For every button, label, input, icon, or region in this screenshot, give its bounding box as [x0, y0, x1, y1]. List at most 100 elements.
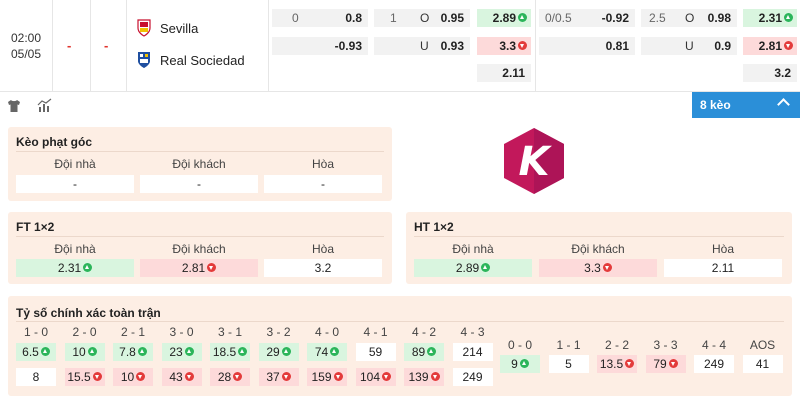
correct-score-panel: Tỷ số chính xác toàn trận 1 - 0 6.5 8 2 - 0… [8, 296, 792, 396]
ft-draw-odds[interactable]: 3.2 [264, 259, 382, 277]
odds-value: 3.2 [314, 261, 332, 275]
score-header: 0 - 0 [507, 338, 532, 352]
odds-value: 37 [266, 370, 280, 384]
col-header-away: Đội khách [172, 157, 226, 171]
score-odds-away-win[interactable]: 8 [16, 368, 56, 386]
score-header: 1 - 0 [23, 325, 48, 339]
score-odds-draw[interactable]: 13.5 [597, 355, 637, 373]
arrow-down-icon [281, 371, 291, 381]
score-odds-home-win[interactable]: 214 [452, 343, 493, 361]
score-odds-home-win[interactable]: 59 [355, 343, 396, 361]
arrow-up-icon [330, 346, 340, 356]
score-odds-away-win[interactable]: 139 [404, 368, 444, 386]
score-odds-draw[interactable]: 249 [694, 355, 734, 373]
odds-value: 2.11 [502, 66, 525, 80]
odds-value: 23 [169, 345, 183, 359]
score-odds-away-win[interactable]: 159 [307, 368, 347, 386]
ou-line: 2.5 [649, 11, 666, 25]
odds-value: 2.89 [492, 11, 516, 25]
ft-1x2-away[interactable]: 3.3 [477, 37, 531, 55]
odds-value: 2.81 [181, 261, 206, 275]
ft-handicap-away[interactable]: -0.93 [272, 37, 368, 55]
kickoff-date: 05/05 [10, 47, 42, 61]
corner-away-odds[interactable]: - [140, 175, 258, 193]
score-odds-home-win[interactable]: 6.5 [16, 343, 56, 361]
handicap-line: 0/0.5 [545, 11, 572, 25]
ft-1x2-draw[interactable]: 2.11 [477, 64, 531, 82]
score-odds-away-win[interactable]: 249 [452, 368, 493, 386]
odds-value: 2.11 [711, 261, 735, 275]
score-odds-draw[interactable]: 79 [645, 355, 686, 373]
handicap-line: 0 [292, 11, 299, 25]
score-odds-away-win[interactable]: 10 [113, 368, 153, 386]
score-odds-home-win[interactable]: 10 [64, 343, 105, 361]
ft-away-odds[interactable]: 2.81 [140, 259, 258, 277]
arrow-down-icon [184, 371, 194, 381]
odds-value: 15.5 [67, 370, 91, 384]
odds-value: 2.31 [758, 11, 782, 25]
ht-1x2-draw[interactable]: 3.2 [743, 64, 797, 82]
ht-handicap-home[interactable]: 0/0.5 -0.92 [539, 9, 635, 27]
score-header: 3 - 1 [217, 325, 242, 339]
ht-under[interactable]: U 0.9 [641, 37, 737, 55]
odds-count-label: 8 kèo [700, 98, 731, 112]
away-team[interactable]: Real Sociedad [136, 50, 245, 70]
odds-value: 214 [462, 345, 483, 359]
score-odds-home-win[interactable]: 29 [258, 343, 299, 361]
score-header: 3 - 0 [169, 325, 194, 339]
score-odds-draw[interactable]: 41 [742, 355, 783, 373]
odds-value: 13.5 [599, 357, 624, 371]
odds-value: 0.98 [707, 11, 731, 25]
score-odds-draw[interactable]: 5 [548, 355, 589, 373]
ft-over[interactable]: 1 O 0.95 [374, 9, 470, 27]
ft-under[interactable]: U 0.93 [374, 37, 470, 55]
score-odds-away-win[interactable]: 104 [355, 368, 396, 386]
score-odds-home-win[interactable]: 23 [161, 343, 202, 361]
ht-over[interactable]: 2.5 O 0.98 [641, 9, 737, 27]
score-odds-home-win[interactable]: 74 [307, 343, 347, 361]
ht-draw-odds[interactable]: 2.11 [664, 259, 782, 277]
odds-value: 2.89 [455, 261, 480, 275]
home-team[interactable]: Sevilla [136, 18, 198, 38]
stats-chart-icon[interactable] [37, 98, 53, 114]
score-header: 3 - 3 [653, 338, 678, 352]
over-label: O [685, 11, 695, 25]
score-header: 4 - 0 [314, 325, 339, 339]
score-odds-away-win[interactable]: 43 [161, 368, 202, 386]
ft-home-odds[interactable]: 2.31 [16, 259, 134, 277]
score-odds-away-win[interactable]: 28 [210, 368, 250, 386]
ht-handicap-away[interactable]: 0.81 [539, 37, 635, 55]
ft-1x2-home[interactable]: 2.89 [477, 9, 531, 27]
ht-1x2-away[interactable]: 2.81 [743, 37, 797, 55]
col-header-draw: Hòa [311, 157, 334, 171]
odds-value: 74 [314, 345, 329, 359]
score-header: 1 - 1 [556, 338, 581, 352]
score-header: 4 - 2 [411, 325, 436, 339]
svg-text:K: K [519, 139, 553, 185]
jersey-icon[interactable] [6, 98, 22, 114]
score-odds-home-win[interactable]: 89 [404, 343, 444, 361]
ht-home-odds[interactable]: 2.89 [414, 259, 532, 277]
odds-value: -0.92 [601, 11, 629, 25]
score-odds-home-win[interactable]: 18.5 [210, 343, 250, 361]
ht-1x2-home[interactable]: 2.31 [743, 9, 797, 27]
score-odds-away-win[interactable]: 15.5 [64, 368, 105, 386]
score-odds-draw[interactable]: 9 [500, 355, 540, 373]
under-label: U [685, 39, 694, 53]
arrow-up-icon [427, 346, 437, 356]
corner-draw-odds[interactable]: - [264, 175, 382, 193]
score-odds-away-win[interactable]: 37 [258, 368, 299, 386]
odds-value: 104 [359, 370, 381, 384]
over-label: O [420, 11, 430, 25]
ft-handicap-home[interactable]: 0 0.8 [272, 9, 368, 27]
more-odds-toggle-button[interactable]: 8 kèo [692, 92, 800, 118]
score-odds-home-win[interactable]: 7.8 [113, 343, 153, 361]
arrow-up-icon [481, 262, 491, 272]
ht-away-odds[interactable]: 3.3 [539, 259, 657, 277]
odds-value: 249 [462, 370, 483, 384]
arrow-up-icon [281, 346, 291, 356]
odds-value: 249 [703, 357, 725, 371]
col-header-draw: Hòa [711, 242, 734, 256]
corner-home-odds[interactable]: - [16, 175, 134, 193]
divider [414, 236, 784, 237]
